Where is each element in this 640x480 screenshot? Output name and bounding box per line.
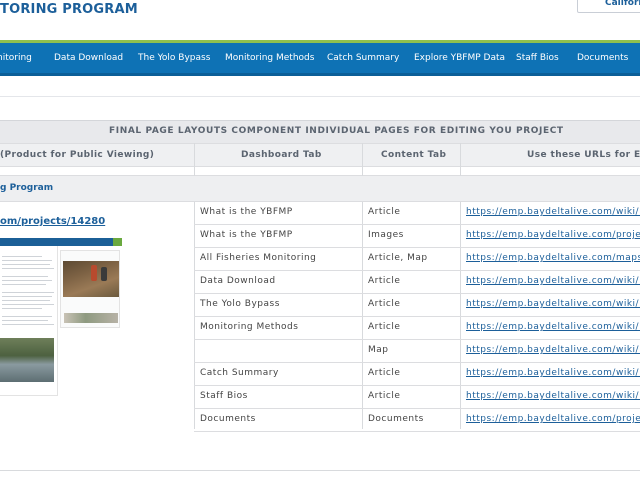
nav-item-monitoring[interactable]: nitoring xyxy=(0,53,32,63)
table-row: Monitoring Methods Article https://emp.b… xyxy=(194,317,640,340)
table-row: Data Download Article https://emp.baydel… xyxy=(194,271,640,294)
thumbnail-nav-bar xyxy=(0,238,122,246)
cell-edit-url-link[interactable]: https://emp.baydeltalive.com/proje xyxy=(466,230,640,240)
table-row: Documents Documents https://emp.baydelta… xyxy=(194,409,640,432)
cell-dashboard-tab: What is the YBFMP xyxy=(200,230,293,240)
table-row: The Yolo Bypass Article https://emp.bayd… xyxy=(194,294,640,317)
cell-content-tab: Article xyxy=(368,276,401,286)
cell-dashboard-tab: Catch Summary xyxy=(200,368,279,378)
section-row: g Program xyxy=(0,176,640,202)
cell-dashboard-tab: Staff Bios xyxy=(200,391,248,401)
cell-edit-url-link[interactable]: https://emp.baydeltalive.com/wiki/1 xyxy=(466,391,640,401)
footer-divider xyxy=(0,470,640,471)
thumbnail-river-photo xyxy=(0,338,54,382)
cell-content-tab: Article xyxy=(368,322,401,332)
header-edit-urls: Use these URLs for Edi xyxy=(527,150,640,160)
cell-edit-url-link[interactable]: https://emp.baydeltalive.com/proje xyxy=(466,414,640,424)
cell-edit-url-link[interactable]: https://emp.baydeltalive.com/wiki/1 xyxy=(466,368,640,378)
cell-content-tab: Article, Map xyxy=(368,253,428,263)
nav-item-yolo-bypass[interactable]: The Yolo Bypass xyxy=(138,53,210,63)
header-dashboard-tab: Dashboard Tab xyxy=(241,150,322,160)
thumbnail-image-strip xyxy=(64,313,118,323)
cell-content-tab: Map xyxy=(368,345,389,355)
cell-content-tab: Documents xyxy=(368,414,424,424)
section-label: g Program xyxy=(0,183,54,193)
nav-item-data-download[interactable]: Data Download xyxy=(54,53,123,63)
cell-content-tab: Article xyxy=(368,207,401,217)
cell-edit-url-link[interactable]: https://emp.baydeltalive.com/wiki/1 xyxy=(466,299,640,309)
site-header: TORING PROGRAM California xyxy=(0,0,640,40)
column-divider xyxy=(194,143,195,176)
cell-edit-url-link[interactable]: https://emp.baydeltalive.com/wiki/1 xyxy=(466,207,640,217)
content-divider xyxy=(0,96,640,97)
cell-dashboard-tab: Monitoring Methods xyxy=(200,322,299,332)
cell-edit-url-link[interactable]: https://emp.baydeltalive.com/wiki/1 xyxy=(466,322,640,332)
table-row: Catch Summary Article https://emp.baydel… xyxy=(194,363,640,386)
nav-item-catch-summary[interactable]: Catch Summary xyxy=(327,53,399,63)
table-blank-row xyxy=(0,167,640,176)
nav-item-monitoring-methods[interactable]: Monitoring Methods xyxy=(225,53,314,63)
header-product: (Product for Public Viewing) xyxy=(0,150,155,160)
thumbnail-article xyxy=(0,246,58,396)
cell-edit-url-link[interactable]: https://emp.baydeltalive.com/maps xyxy=(466,253,640,263)
table-row: What is the YBFMP Article https://emp.ba… xyxy=(194,202,640,225)
table-row: Staff Bios Article https://emp.baydeltal… xyxy=(194,386,640,409)
cell-dashboard-tab: The Yolo Bypass xyxy=(200,299,280,309)
project-url-link[interactable]: om/projects/14280 xyxy=(0,216,105,227)
cell-dashboard-tab: What is the YBFMP xyxy=(200,207,293,217)
table-row: What is the YBFMP Images https://emp.bay… xyxy=(194,225,640,248)
table-header-row: (Product for Public Viewing) Dashboard T… xyxy=(0,143,640,167)
thumbnail-field-photo xyxy=(63,261,119,297)
cell-dashboard-tab: Documents xyxy=(200,414,256,424)
main-nav: nitoring Data Download The Yolo Bypass M… xyxy=(0,43,640,76)
site-title[interactable]: TORING PROGRAM xyxy=(0,2,138,17)
cell-content-tab: Article xyxy=(368,299,401,309)
column-divider xyxy=(362,143,363,176)
thumbnail-sidebar-card xyxy=(60,250,120,328)
table-title: FINAL PAGE LAYOUTS COMPONENT INDIVIDUAL … xyxy=(109,126,564,136)
cell-content-tab: Article xyxy=(368,368,401,378)
table-row: Map https://emp.baydeltalive.com/wiki/1 xyxy=(194,340,640,363)
cell-edit-url-link[interactable]: https://emp.baydeltalive.com/wiki/1 xyxy=(466,276,640,286)
nav-item-staff-bios[interactable]: Staff Bios xyxy=(516,53,559,63)
cell-dashboard-tab: All Fisheries Monitoring xyxy=(200,253,317,263)
region-selector[interactable]: California xyxy=(577,0,640,13)
cell-content-tab: Article xyxy=(368,391,401,401)
region-selector-label: California xyxy=(605,0,640,8)
nav-item-documents[interactable]: Documents xyxy=(577,53,628,63)
header-content-tab: Content Tab xyxy=(381,150,447,160)
cell-dashboard-tab: Data Download xyxy=(200,276,276,286)
thumbnail-badge xyxy=(113,238,122,246)
cell-content-tab: Images xyxy=(368,230,404,240)
page-preview-thumbnail[interactable] xyxy=(0,238,122,396)
column-divider xyxy=(460,143,461,176)
table-title-bar: FINAL PAGE LAYOUTS COMPONENT INDIVIDUAL … xyxy=(0,120,640,143)
table-row: All Fisheries Monitoring Article, Map ht… xyxy=(194,248,640,271)
cell-edit-url-link[interactable]: https://emp.baydeltalive.com/wiki/1 xyxy=(466,345,640,355)
nav-item-explore-data[interactable]: Explore YBFMP Data xyxy=(414,53,505,63)
